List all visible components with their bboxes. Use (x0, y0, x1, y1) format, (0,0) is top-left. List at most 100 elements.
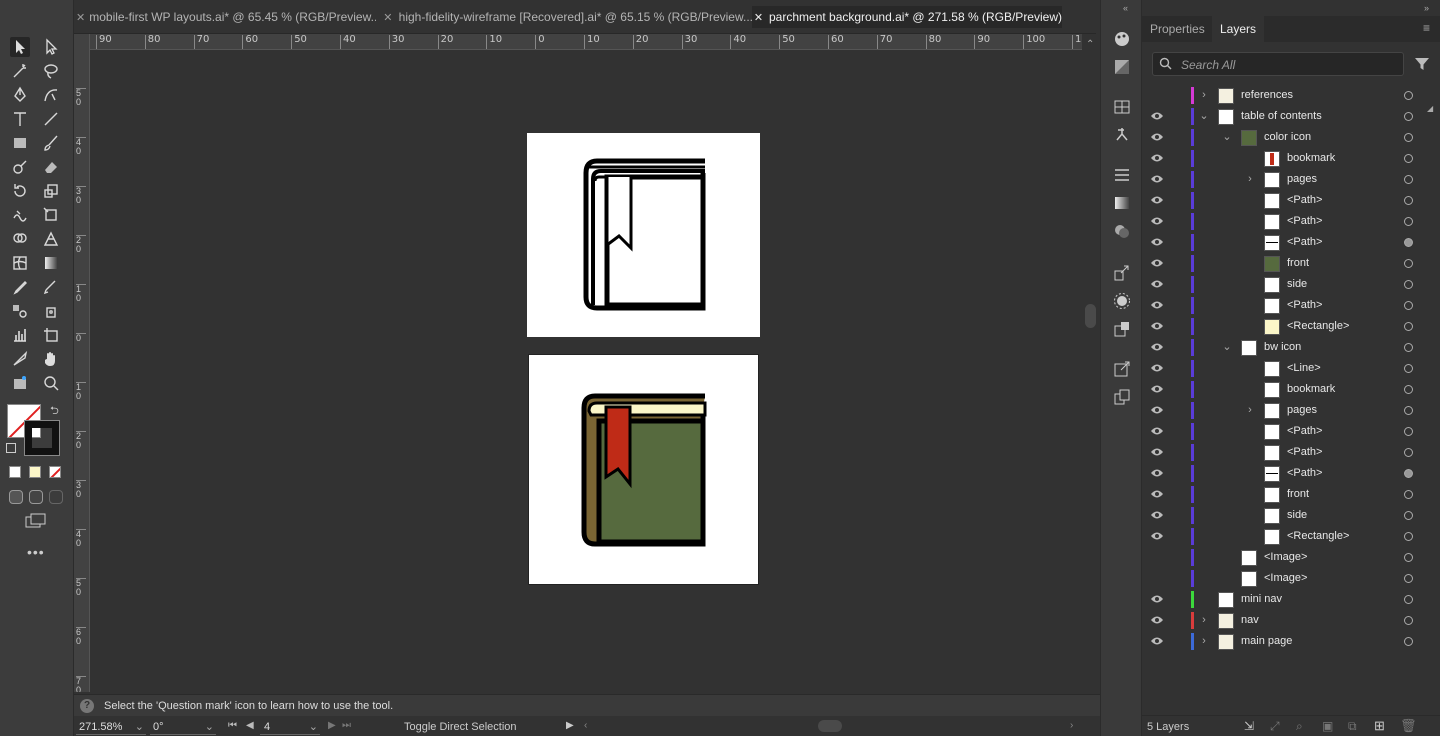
layer-target-icon[interactable] (1404, 469, 1413, 478)
layer-row[interactable]: <Rectangle> (1142, 526, 1440, 547)
layer-row[interactable]: <Line> (1142, 358, 1440, 379)
layer-row[interactable]: <Image> (1142, 547, 1440, 568)
layer-target-icon[interactable] (1404, 532, 1413, 541)
transparency-icon[interactable] (1112, 221, 1132, 241)
eye-icon[interactable] (1150, 362, 1164, 374)
screen-mode-icon[interactable] (25, 513, 47, 529)
horizontal-scroll-thumb[interactable] (818, 720, 842, 732)
layer-row[interactable]: ⌄ color icon (1142, 127, 1440, 148)
chevron-down-icon[interactable]: ⌄ (309, 720, 318, 733)
chevron-right-icon[interactable]: › (1244, 403, 1256, 417)
none-mode-icon[interactable] (49, 466, 61, 478)
layer-row[interactable]: side (1142, 505, 1440, 526)
layer-target-icon[interactable] (1404, 406, 1413, 415)
color-panel-icon[interactable] (1112, 29, 1132, 49)
blend-tool-icon[interactable] (10, 301, 30, 321)
magic-wand-icon[interactable] (10, 61, 30, 81)
stroke-panel-icon[interactable] (1112, 165, 1132, 185)
eyedropper-icon[interactable] (10, 277, 30, 297)
layer-row[interactable]: › pages (1142, 169, 1440, 190)
first-artboard-icon[interactable]: ⏮ (228, 720, 237, 731)
layer-target-icon[interactable] (1404, 175, 1413, 184)
layer-target-icon[interactable] (1404, 574, 1413, 583)
layer-row[interactable]: <Path> (1142, 190, 1440, 211)
layer-row[interactable]: ⌄ bw icon (1142, 337, 1440, 358)
layer-row[interactable]: › references (1142, 85, 1440, 106)
symbol-sprayer-icon[interactable] (41, 301, 61, 321)
graphic-styles-icon[interactable] (1112, 319, 1132, 339)
layer-row[interactable]: front (1142, 253, 1440, 274)
scroll-thumb[interactable] (1085, 304, 1096, 328)
artboard-bw-icon[interactable] (527, 133, 760, 337)
direct-selection-tool-icon[interactable] (41, 37, 61, 57)
layer-target-icon[interactable] (1404, 301, 1413, 310)
eye-icon[interactable] (1150, 404, 1164, 416)
links-icon[interactable] (1112, 359, 1132, 379)
edit-toolbar-icon[interactable]: ••• (27, 544, 45, 560)
play-icon[interactable]: ▶ (566, 720, 574, 731)
make-clip-mask-icon[interactable]: ▣ (1322, 719, 1333, 733)
delete-layer-icon[interactable]: 🗑 (1400, 718, 1417, 734)
new-sublayer-icon[interactable]: ⧉ (1348, 719, 1357, 734)
eye-icon[interactable] (1150, 110, 1164, 122)
chevron-down-icon[interactable]: ⌄ (135, 720, 144, 733)
rectangle-tool-icon[interactable] (10, 133, 30, 153)
tab-layers[interactable]: Layers (1212, 16, 1265, 42)
chevron-right-icon[interactable]: › (1244, 172, 1256, 186)
lasso-icon[interactable] (41, 61, 61, 81)
eye-icon[interactable] (1150, 278, 1164, 290)
layer-target-icon[interactable] (1404, 238, 1413, 247)
gradient-tool-icon[interactable] (41, 253, 61, 273)
eye-icon[interactable] (1150, 383, 1164, 395)
perspective-grid-icon[interactable] (41, 229, 61, 249)
eye-icon[interactable] (1150, 257, 1164, 269)
artboard-color-icon[interactable] (528, 354, 759, 585)
tab-high-fidelity[interactable]: ✕ high-fidelity-wireframe [Recovered].ai*… (381, 6, 753, 28)
layer-row[interactable]: bookmark (1142, 379, 1440, 400)
eye-icon[interactable] (1150, 635, 1164, 647)
swap-fill-stroke-icon[interactable]: ⮌ (50, 402, 59, 421)
layer-target-icon[interactable] (1404, 154, 1413, 163)
scroll-right-icon[interactable]: › (1070, 720, 1073, 731)
zoom-field[interactable]: 271.58% ⌄ (76, 719, 146, 735)
eye-icon[interactable] (1150, 467, 1164, 479)
ruler-horizontal[interactable]: 90 80 70 60 50 40 30 20 10 0 10 20 30 40 50 60 70 80 90 100… (90, 34, 1082, 50)
line-tool-icon[interactable] (41, 109, 61, 129)
layer-target-icon[interactable] (1404, 217, 1413, 226)
layer-target-icon[interactable] (1404, 322, 1413, 331)
canvas[interactable] (90, 50, 1082, 692)
type-tool-icon[interactable] (10, 109, 30, 129)
new-layer-icon[interactable]: ⊞ (1374, 718, 1385, 734)
chevron-right-icon[interactable]: › (1198, 613, 1210, 627)
layer-row[interactable]: side (1142, 274, 1440, 295)
layer-row[interactable]: ⌄ table of contents (1142, 106, 1440, 127)
search-icon[interactable]: ⌕ (1296, 719, 1303, 734)
eye-icon[interactable] (1150, 446, 1164, 458)
ruler-vertical[interactable]: 5 0 4 0 3 0 2 0 1 0 0 1 0 2 0 3 0 4 0 5 0 6 0 7 0 (74, 34, 90, 692)
chevron-right-icon[interactable]: › (1198, 88, 1210, 102)
paintbrush-icon[interactable] (41, 133, 61, 153)
layer-row[interactable]: › main page (1142, 631, 1440, 652)
hand-tool-icon[interactable] (41, 349, 61, 369)
slice-tool-icon[interactable] (10, 349, 30, 369)
layer-target-icon[interactable] (1404, 427, 1413, 436)
eye-icon[interactable] (1150, 488, 1164, 500)
color-guide-icon[interactable] (1112, 57, 1132, 77)
column-graph-icon[interactable] (10, 325, 30, 345)
layer-target-icon[interactable] (1404, 112, 1413, 121)
eye-icon[interactable] (1150, 530, 1164, 542)
asset-export-icon[interactable] (1112, 263, 1132, 283)
eye-icon[interactable] (1150, 320, 1164, 332)
color-mode-icon[interactable] (9, 466, 21, 478)
layer-row[interactable]: <Rectangle> (1142, 316, 1440, 337)
layer-target-icon[interactable] (1404, 385, 1413, 394)
rotate-tool-icon[interactable] (10, 181, 30, 201)
tab-parchment[interactable]: ✕ parchment background.ai* @ 271.58 % (RG… (752, 6, 1062, 28)
layer-target-icon[interactable] (1404, 637, 1413, 646)
default-colors-icon[interactable] (6, 443, 16, 453)
close-icon[interactable]: ✕ (752, 11, 765, 24)
eye-icon[interactable] (1150, 614, 1164, 626)
layer-row[interactable]: mini nav (1142, 589, 1440, 610)
layer-target-icon[interactable] (1404, 595, 1413, 604)
help-icon[interactable]: ? (80, 699, 94, 713)
